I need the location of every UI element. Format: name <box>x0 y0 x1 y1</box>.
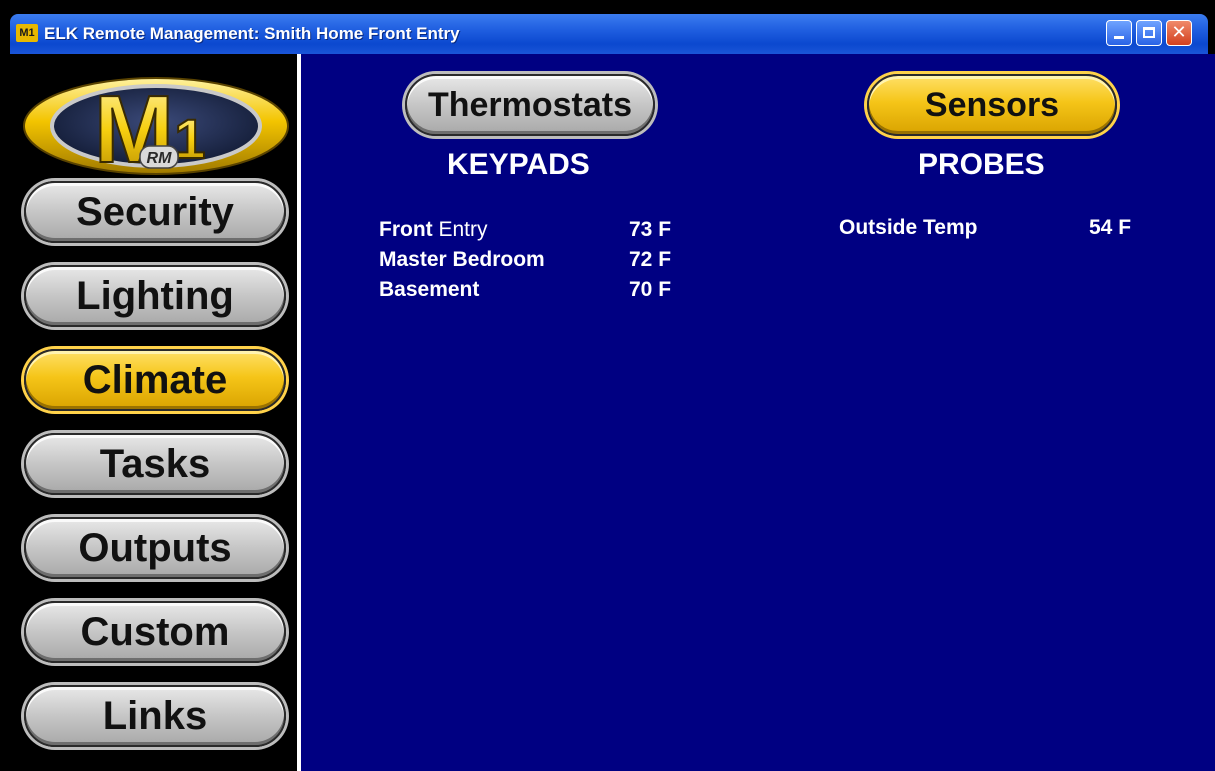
app-window: M1 ELK Remote Management: Smith Home Fro… <box>0 0 1215 771</box>
maximize-icon <box>1143 27 1155 38</box>
minimize-button[interactable] <box>1106 20 1132 46</box>
sensors-button[interactable]: Sensors <box>867 74 1117 136</box>
app-icon: M1 <box>16 24 38 42</box>
minimize-icon <box>1114 36 1124 39</box>
keypad-temp: 73 F <box>629 218 672 241</box>
sidebar: M 1 RM Security Lighting Climate Tasks O… <box>10 54 297 771</box>
window-title: ELK Remote Management: Smith Home Front … <box>44 24 460 43</box>
keypad-name-bold: Front <box>379 218 433 241</box>
logo-1: 1 <box>174 107 205 170</box>
keypad-name-rest: Entry <box>438 218 488 241</box>
nav-links-button[interactable]: Links <box>24 685 286 747</box>
close-icon: ✕ <box>1171 22 1187 43</box>
keypads-heading: KEYPADS <box>447 148 590 181</box>
keypad-temp: 70 F <box>629 278 672 301</box>
keypad-row-basement-name[interactable]: Basement <box>379 277 479 303</box>
probe-temp: 54 F <box>1089 216 1132 239</box>
keypad-temp: 72 F <box>629 248 672 271</box>
nav-security-button[interactable]: Security <box>24 181 286 243</box>
nav-lighting-button[interactable]: Lighting <box>24 265 286 327</box>
nav-tasks-button[interactable]: Tasks <box>24 433 286 495</box>
m1-logo: M 1 RM <box>23 75 289 184</box>
climate-panel: Thermostats Sensors KEYPADS PROBES Front… <box>301 54 1215 771</box>
probes-heading: PROBES <box>918 148 1045 181</box>
title-bar[interactable]: M1 ELK Remote Management: Smith Home Fro… <box>10 14 1208 54</box>
keypad-row-front-entry-name[interactable]: Front Entry <box>379 217 488 243</box>
nav-outputs-button[interactable]: Outputs <box>24 517 286 579</box>
close-button[interactable]: ✕ <box>1166 20 1192 46</box>
nav-custom-button[interactable]: Custom <box>24 601 286 663</box>
maximize-button[interactable] <box>1136 20 1162 46</box>
thermostats-button[interactable]: Thermostats <box>405 74 655 136</box>
probe-row-outside-temp-name[interactable]: Outside Temp <box>839 215 977 241</box>
logo-rm-badge: RM <box>147 150 173 167</box>
nav-climate-button[interactable]: Climate <box>24 349 286 411</box>
keypad-row-master-bedroom-name[interactable]: Master Bedroom <box>379 247 545 273</box>
